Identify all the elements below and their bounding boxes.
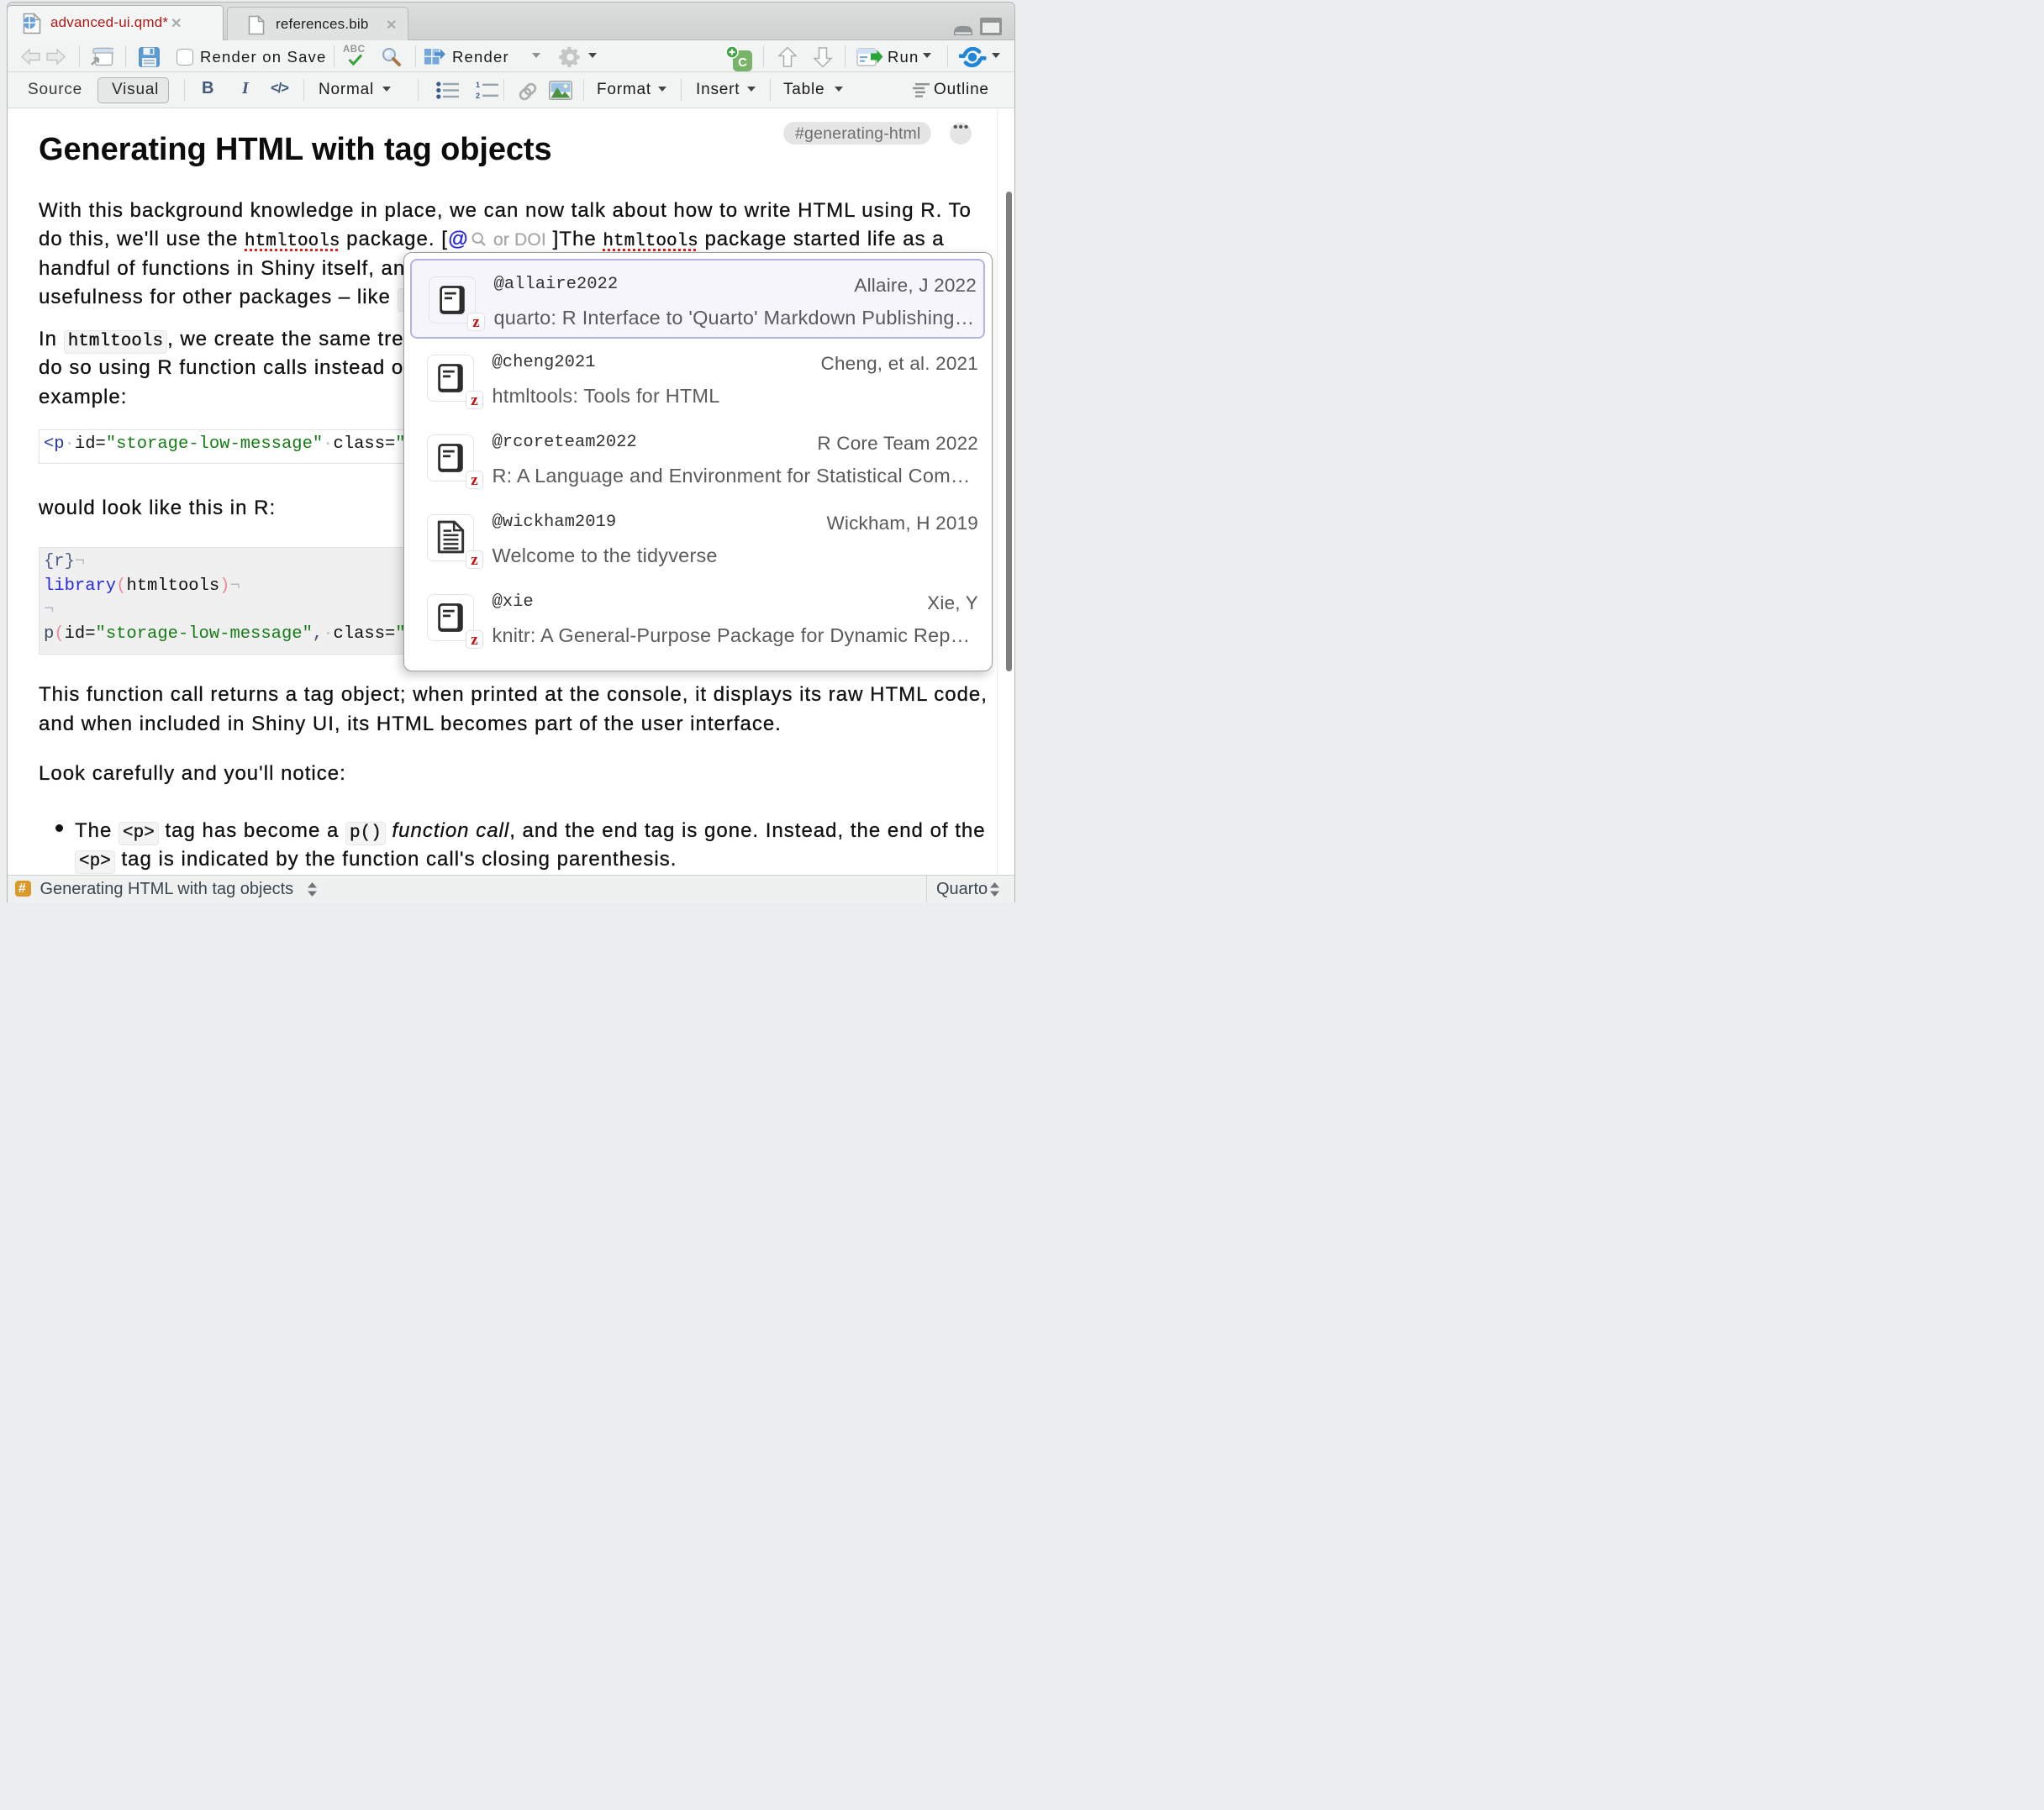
svg-text:C: C	[738, 55, 747, 70]
svg-text:2: 2	[476, 92, 480, 99]
svg-text:1: 1	[476, 82, 480, 89]
